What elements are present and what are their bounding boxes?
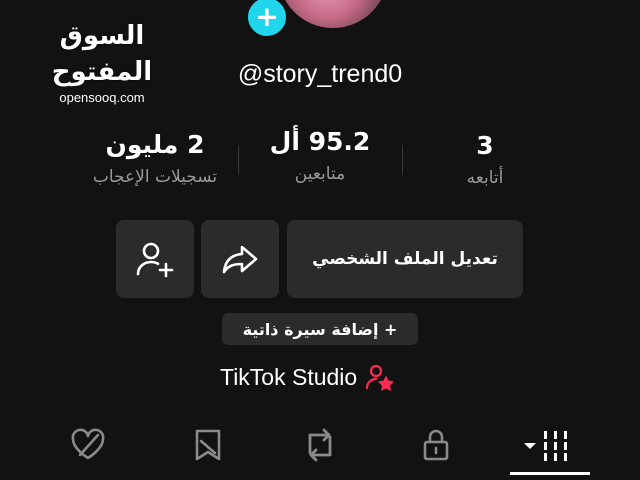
liked-heart-icon [71,428,105,460]
lock-icon [423,429,449,461]
username: @story_trend0 [237,60,403,88]
profile-screen: السوق المفتوح opensooq.com + @story_tren… [0,0,640,480]
stat-divider [238,145,239,175]
share-profile-button[interactable] [201,220,279,298]
following-count: 3 [476,131,494,160]
active-tab-indicator [510,472,590,475]
edit-profile-button[interactable]: تعديل الملف الشخصي [287,220,523,298]
add-avatar-button[interactable]: + [244,0,290,40]
tab-videos[interactable] [514,420,586,470]
plus-icon: + [255,0,279,33]
likes-count: 2 مليون [105,130,205,159]
watermark-latin: opensooq.com [59,90,145,105]
followers-label: متابعين [294,164,346,184]
followers-count: 95.2 أل [269,127,371,156]
add-friend-icon [136,242,174,278]
avatar[interactable] [278,0,388,28]
studio-icon [366,364,394,391]
tab-favorites[interactable] [180,420,236,470]
likes-stat[interactable]: 2 مليون تسجيلات الإعجاب [70,129,240,187]
following-stat[interactable]: 3 أتابعه [440,130,530,188]
repost-icon [308,428,332,462]
tab-private[interactable] [408,420,464,470]
tab-liked[interactable] [60,420,116,470]
following-label: أتابعه [466,168,504,188]
share-icon [222,245,258,274]
grid-icon [524,431,567,461]
tiktok-studio-link[interactable]: TikTok Studio [220,360,394,394]
likes-label: تسجيلات الإعجاب [92,167,218,187]
add-friend-button[interactable] [116,220,194,298]
favorites-icon [195,429,221,461]
studio-label: TikTok Studio [220,363,358,390]
tab-reposts[interactable] [292,420,348,470]
add-bio-button[interactable]: + إضافة سيرة ذاتية [222,313,418,345]
stat-divider [402,145,403,175]
followers-stat[interactable]: 95.2 أل متابعين [250,126,390,184]
